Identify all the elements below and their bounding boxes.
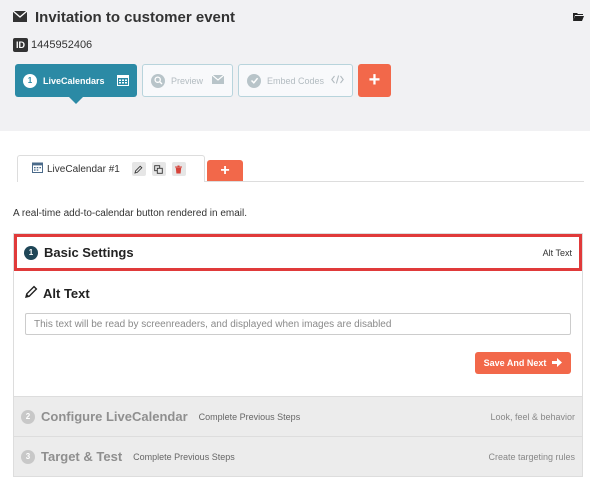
search-icon	[151, 73, 165, 88]
tab-livecalendar-1[interactable]: LiveCalendar #1	[17, 155, 205, 182]
id-value: 1445952406	[31, 39, 93, 51]
envelope-icon	[211, 74, 225, 86]
id-badge: ID	[13, 38, 28, 52]
edit-icon[interactable]	[131, 162, 146, 176]
step-number: 3	[21, 449, 35, 464]
section-title: Target & Test	[41, 449, 123, 464]
alt-text-heading: Alt Text	[25, 285, 571, 301]
step-label: LiveCalendars	[43, 75, 105, 86]
step-embed-codes[interactable]: Embed Codes	[238, 64, 353, 97]
trash-icon[interactable]	[171, 162, 186, 176]
description: A real-time add-to-calendar button rende…	[13, 208, 248, 219]
section-title: Configure LiveCalendar	[41, 409, 188, 424]
section-hint: Create targeting rules	[488, 451, 575, 462]
settings-panel: 1 Basic Settings Alt Text Alt Text Save …	[13, 233, 583, 477]
arrow-right-icon	[552, 357, 563, 369]
campaign-id: ID 1445952406	[13, 38, 92, 52]
add-step-button[interactable]: +	[358, 64, 391, 97]
section-target-test[interactable]: 3 Target & Test Complete Previous Steps …	[14, 436, 582, 476]
title-row: Invitation to customer event	[12, 9, 236, 26]
section-status: Complete Previous Steps	[198, 411, 301, 422]
section-basic-settings[interactable]: 1 Basic Settings Alt Text	[14, 234, 582, 271]
step-preview[interactable]: Preview	[142, 64, 233, 97]
alt-text-title: Alt Text	[43, 285, 90, 301]
pencil-icon	[25, 285, 38, 301]
save-label: Save And Next	[483, 358, 547, 368]
calendar-icon	[32, 162, 43, 176]
step-label: Embed Codes	[267, 75, 325, 86]
livecalendar-tabs: LiveCalendar #1 +	[17, 155, 243, 182]
tab-divider	[205, 181, 584, 182]
section-status: Complete Previous Steps	[133, 451, 235, 462]
check-icon	[247, 73, 261, 88]
step-livecalendars[interactable]: 1 LiveCalendars	[15, 64, 137, 104]
code-icon	[331, 75, 344, 86]
envelope-icon	[12, 10, 28, 25]
section-hint: Alt Text	[542, 247, 572, 258]
page-title: Invitation to customer event	[35, 9, 236, 26]
alt-text-body: Alt Text Save And Next	[14, 271, 582, 396]
save-and-next-button[interactable]: Save And Next	[475, 352, 571, 374]
add-tab-button[interactable]: +	[207, 160, 243, 182]
calendar-icon	[117, 74, 129, 88]
section-configure-livecalendar[interactable]: 2 Configure LiveCalendar Complete Previo…	[14, 396, 582, 436]
section-title: Basic Settings	[44, 245, 134, 260]
step-number: 2	[21, 409, 35, 424]
step-number: 1	[24, 245, 38, 260]
wizard-steps: 1 LiveCalendars Preview Embed Codes +	[15, 64, 391, 104]
step-number: 1	[23, 73, 37, 88]
folder-icon[interactable]	[573, 10, 584, 24]
tab-label: LiveCalendar #1	[47, 163, 120, 175]
step-label: Preview	[171, 75, 204, 86]
section-hint: Look, feel & behavior	[490, 411, 575, 422]
alt-text-input[interactable]	[25, 313, 571, 335]
duplicate-icon[interactable]	[151, 162, 166, 176]
